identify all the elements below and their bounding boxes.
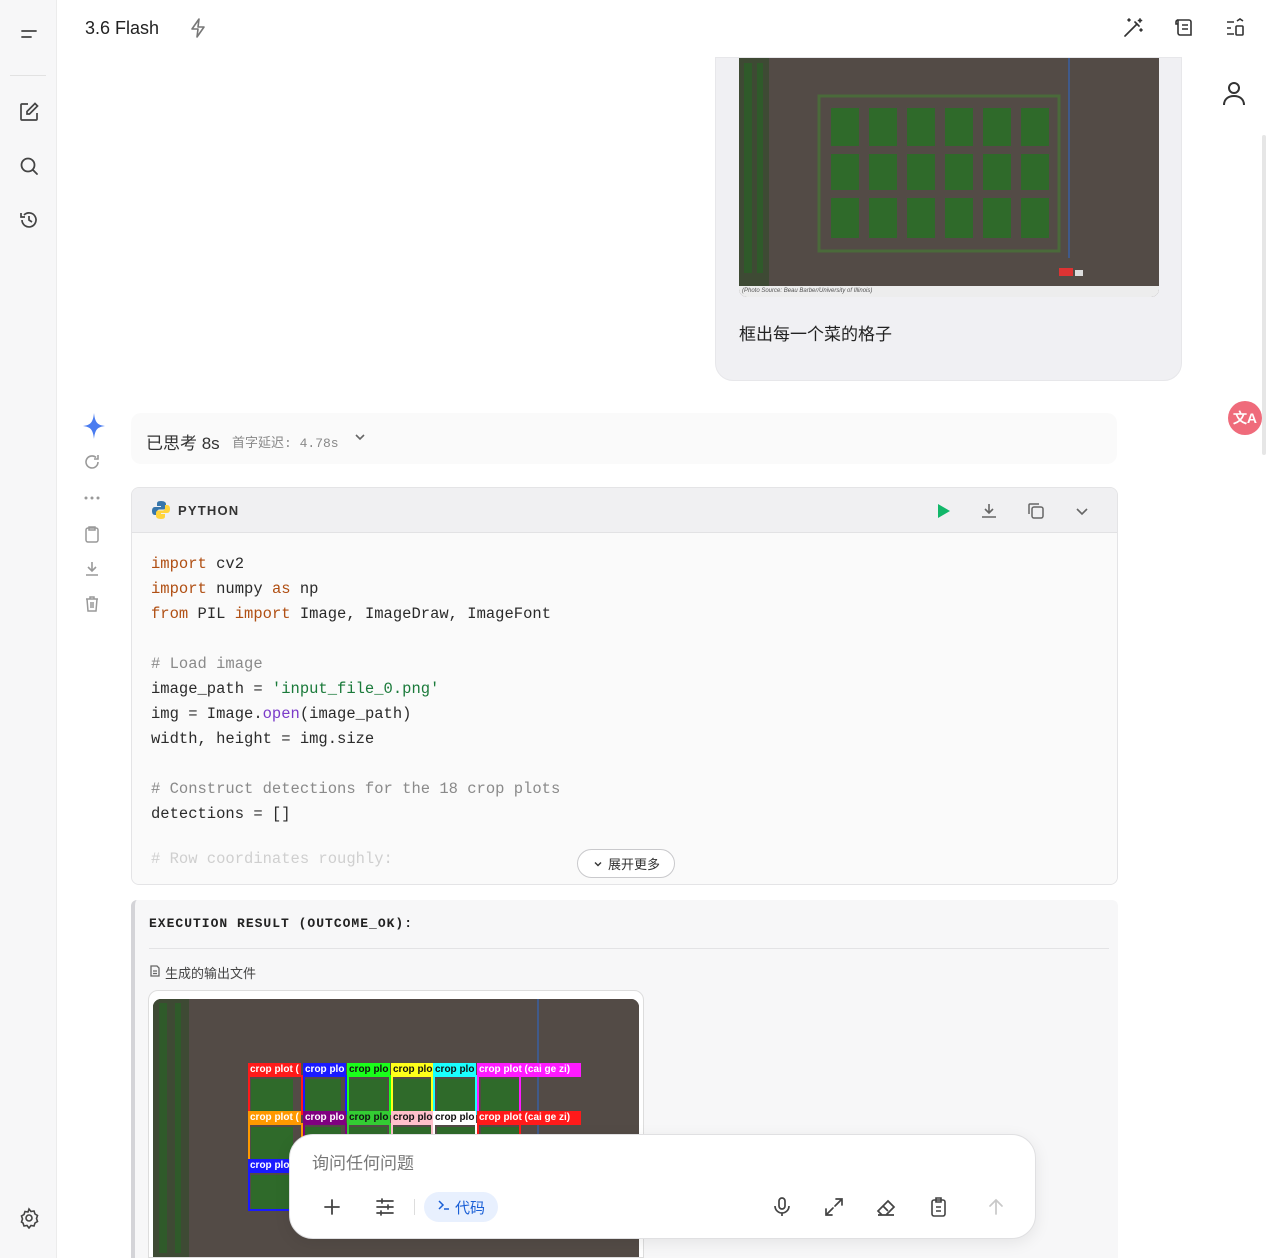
assistant-actions: [80, 412, 106, 622]
execution-title: EXECUTION RESULT (OUTCOME_OK):: [149, 916, 414, 931]
user-message: (Photo Source: Beau Barber/University of…: [715, 57, 1182, 381]
detection-box: crop plo: [391, 1063, 435, 1115]
code-language: PYTHON: [178, 503, 240, 518]
add-icon[interactable]: [320, 1195, 344, 1219]
expand-more-label: 展开更多: [607, 857, 660, 872]
output-files-label: 生成的输出文件: [165, 966, 257, 981]
notes-icon[interactable]: [1172, 16, 1198, 42]
latency-label: 首字延迟: 4.78s: [232, 436, 339, 451]
input-placeholder[interactable]: 询问任何问题: [312, 1149, 414, 1174]
detection-box-label: crop plo: [248, 1159, 292, 1173]
detection-box-label: crop plo: [347, 1063, 391, 1077]
detection-box-label: crop plo: [303, 1063, 347, 1077]
translate-icon: 文A: [1232, 410, 1258, 426]
detection-box: crop plot (cai ge zi): [477, 1063, 581, 1115]
detection-box: crop plo: [303, 1063, 347, 1115]
user-avatar-icon[interactable]: [1220, 79, 1248, 107]
clipboard-icon[interactable]: [927, 1195, 951, 1219]
collapse-chevron-icon[interactable]: [1071, 500, 1093, 522]
run-icon[interactable]: [932, 500, 954, 522]
expand-icon[interactable]: [822, 1195, 846, 1219]
execution-divider: [149, 948, 1109, 949]
delete-icon[interactable]: [82, 594, 104, 616]
scrollbar[interactable]: [1262, 135, 1266, 455]
microphone-icon[interactable]: [770, 1195, 794, 1219]
sidebar-divider: [10, 75, 46, 76]
tools-sliders-icon[interactable]: [373, 1195, 397, 1219]
uploaded-photo[interactable]: (Photo Source: Beau Barber/University of…: [739, 58, 1159, 297]
chat-input[interactable]: 询问任何问题 代码: [289, 1134, 1036, 1239]
download-code-icon[interactable]: [978, 500, 1000, 522]
right-rail: [1182, 57, 1268, 1258]
detection-box-label: crop plo: [303, 1111, 347, 1125]
detection-box-label: crop plot (: [248, 1111, 301, 1125]
eraser-icon[interactable]: [874, 1195, 898, 1219]
history-icon[interactable]: [14, 205, 44, 235]
menu-toggle-icon[interactable]: [14, 20, 44, 50]
chevron-down-icon[interactable]: [353, 430, 367, 444]
toolbar-separator: [414, 1199, 415, 1215]
detection-box-label: crop plo: [433, 1111, 477, 1125]
detection-box: crop plo: [433, 1063, 477, 1115]
lightning-icon[interactable]: [187, 17, 211, 41]
copy-icon[interactable]: [82, 524, 104, 546]
translate-button[interactable]: 文A: [1228, 401, 1262, 435]
download-icon[interactable]: [82, 559, 104, 581]
field-photo-drawing: [739, 58, 1159, 286]
magic-wand-icon[interactable]: [1121, 16, 1147, 42]
new-chat-icon[interactable]: [14, 97, 44, 127]
terminal-icon: [437, 1198, 451, 1216]
code-block: PYTHON import cv2 import numpy as np fro…: [131, 487, 1118, 885]
sparkle-icon: [82, 412, 105, 439]
search-icon[interactable]: [14, 151, 44, 181]
file-icon: [148, 964, 162, 978]
expand-chevron-icon: [594, 861, 602, 866]
code-faded-line: # Row coordinates roughly:: [151, 850, 393, 868]
code-header: PYTHON: [132, 488, 1117, 533]
detection-box: crop plo: [347, 1063, 391, 1115]
detection-box-label: crop plot (: [248, 1063, 301, 1077]
thinking-label: 已思考 8s: [146, 434, 220, 453]
panel-toggle-icon[interactable]: [1223, 16, 1249, 42]
detection-box-label: crop plot (cai ge zi): [477, 1111, 581, 1125]
detection-box-label: crop plot (cai ge zi): [477, 1063, 581, 1077]
code-content: import cv2 import numpy as np from PIL i…: [151, 555, 561, 823]
user-message-text: 框出每一个菜的格子: [739, 325, 892, 344]
code-mode-chip[interactable]: 代码: [424, 1192, 498, 1222]
send-arrow-icon[interactable]: [984, 1195, 1008, 1219]
sidebar: [0, 0, 57, 1258]
copy-code-icon[interactable]: [1025, 500, 1047, 522]
code-chip-label: 代码: [454, 1199, 485, 1217]
top-bar: 3.6 Flash: [57, 0, 1268, 57]
detection-box-label: crop plo: [391, 1063, 435, 1077]
detection-box: crop plot (: [248, 1063, 303, 1115]
model-name[interactable]: 3.6 Flash: [85, 18, 159, 39]
settings-icon[interactable]: [14, 1203, 44, 1233]
photo-caption: (Photo Source: Beau Barber/University of…: [739, 286, 1159, 297]
thinking-summary[interactable]: 已思考 8s 首字延迟: 4.78s: [131, 413, 1117, 464]
more-icon[interactable]: [82, 488, 104, 510]
detection-box-label: crop plo: [347, 1111, 391, 1125]
regenerate-icon[interactable]: [82, 452, 104, 474]
python-icon: [151, 500, 171, 520]
expand-more-button[interactable]: 展开更多: [577, 849, 675, 878]
detection-box-label: crop plo: [433, 1063, 477, 1077]
detection-box-label: crop plo: [391, 1111, 435, 1125]
